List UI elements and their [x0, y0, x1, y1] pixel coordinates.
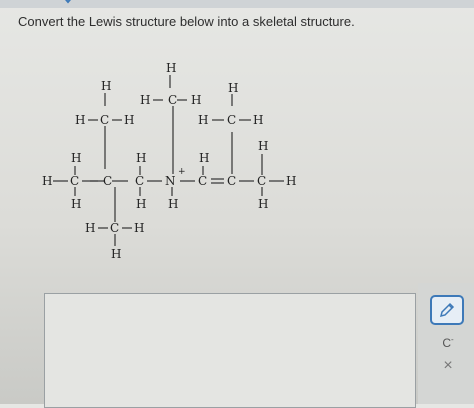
drawing-canvas[interactable]: [44, 293, 416, 408]
atom-c: C: [135, 174, 144, 188]
atom-h: H: [258, 139, 268, 153]
atom-h: H: [199, 151, 209, 165]
atom-c: C: [70, 174, 79, 188]
atom-c: C: [257, 174, 266, 188]
lewis-structure: H H C H H H C H H H C H H H H H H C C C …: [42, 61, 296, 261]
atom-h: H: [71, 197, 81, 211]
pencil-icon: [439, 302, 455, 318]
charge-plus: +: [178, 167, 186, 177]
atom-h: H: [71, 151, 81, 165]
charge-tool-button[interactable]: C-: [436, 330, 460, 350]
atom-h: H: [136, 151, 146, 165]
atom-c: C: [110, 221, 119, 235]
atom-h: H: [166, 61, 176, 75]
atom-h: H: [258, 197, 268, 211]
atom-h: H: [286, 174, 296, 188]
atom-c: C: [227, 174, 236, 188]
atom-h: H: [228, 81, 238, 95]
atom-h: H: [111, 247, 121, 261]
atom-h: H: [134, 221, 144, 235]
atom-h: H: [101, 79, 111, 93]
atom-c: C: [168, 93, 177, 107]
close-icon[interactable]: ×: [436, 356, 460, 376]
top-bar: [0, 0, 474, 8]
question-prompt: Convert the Lewis structure below into a…: [18, 14, 355, 29]
charge-sup: -: [451, 335, 454, 344]
chevron-down-icon[interactable]: [60, 0, 76, 6]
atom-h: H: [124, 113, 134, 127]
pencil-tool-button[interactable]: [430, 295, 464, 325]
atom-h: H: [85, 221, 95, 235]
atom-h: H: [75, 113, 85, 127]
atom-n: N: [165, 174, 176, 188]
atom-c: C: [103, 174, 112, 188]
charge-label: C: [442, 336, 451, 350]
atom-h: H: [136, 197, 146, 211]
atom-h: H: [191, 93, 201, 107]
atom-h: H: [253, 113, 263, 127]
atom-c: C: [227, 113, 236, 127]
atom-h: H: [140, 93, 150, 107]
atom-h: H: [42, 174, 52, 188]
atom-c: C: [198, 174, 207, 188]
atom-c: C: [100, 113, 109, 127]
atom-h: H: [168, 197, 178, 211]
atom-h: H: [198, 113, 208, 127]
